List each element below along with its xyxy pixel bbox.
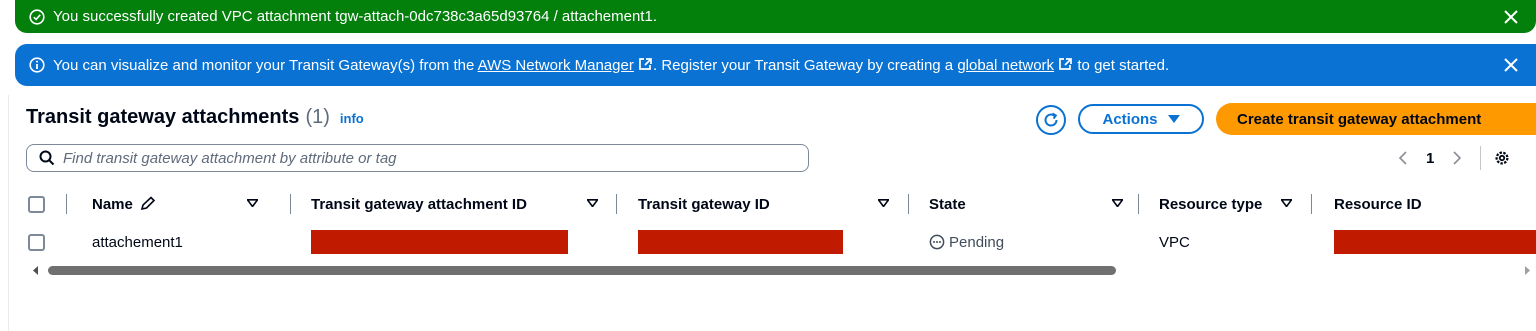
scroll-left-arrow-icon[interactable] [32, 266, 40, 275]
column-divider[interactable] [1311, 194, 1312, 214]
actions-label: Actions [1102, 110, 1158, 128]
table-header-row: Name Transit gateway attachment ID Trans… [26, 186, 1536, 222]
info-text-2: . Register your Transit Gateway by creat… [653, 56, 958, 74]
info-text-1: You can visualize and monitor your Trans… [53, 56, 478, 74]
row-checkbox[interactable] [28, 233, 45, 251]
actions-dropdown-button[interactable]: Actions [1078, 104, 1204, 134]
search-input[interactable] [63, 149, 763, 167]
redacted-attachment-id [311, 230, 568, 254]
column-header-resource-type[interactable]: Resource type [1159, 186, 1262, 222]
scroll-right-arrow-icon[interactable] [1524, 266, 1532, 275]
table-row[interactable]: attachement1 Pending VPC [26, 224, 1536, 260]
sort-caret-icon[interactable] [247, 199, 258, 207]
global-network-link[interactable]: global network [957, 57, 1054, 74]
chevron-right-icon[interactable] [1452, 151, 1462, 165]
external-link-icon[interactable] [638, 57, 653, 71]
state-label: Pending [949, 233, 1005, 251]
column-header-state[interactable]: State [929, 186, 966, 222]
search-icon [39, 150, 55, 166]
cell-resource-type: VPC [1159, 233, 1190, 251]
pagination: 1 [1398, 146, 1511, 170]
check-circle-icon [29, 8, 45, 25]
scrollbar-thumb[interactable] [48, 266, 1116, 275]
column-divider[interactable] [1138, 194, 1139, 214]
search-field[interactable] [26, 144, 809, 172]
column-divider[interactable] [616, 194, 617, 214]
column-header-name[interactable]: Name [92, 186, 157, 222]
close-icon[interactable] [1504, 10, 1518, 24]
column-header-gateway-id[interactable]: Transit gateway ID [638, 186, 770, 222]
sort-caret-icon[interactable] [1112, 199, 1123, 207]
info-flashbar: You can visualize and monitor your Trans… [15, 44, 1536, 86]
select-all-checkbox[interactable] [28, 195, 45, 213]
caret-down-icon [1167, 115, 1180, 123]
info-link[interactable]: info [340, 111, 364, 126]
page-title: Transit gateway attachments [26, 106, 300, 128]
external-link-icon[interactable] [1058, 57, 1073, 71]
column-header-attachment-id[interactable]: Transit gateway attachment ID [311, 186, 527, 222]
pencil-icon [140, 196, 155, 211]
column-divider[interactable] [908, 194, 909, 214]
sort-caret-icon[interactable] [1281, 199, 1292, 207]
chevron-left-icon[interactable] [1398, 151, 1408, 165]
pending-icon [929, 234, 945, 250]
info-text-3: to get started. [1073, 56, 1170, 74]
network-manager-link[interactable]: AWS Network Manager [478, 57, 634, 74]
column-divider [66, 194, 67, 214]
cell-state: Pending [929, 224, 1004, 260]
pager-divider [1480, 146, 1482, 170]
refresh-icon [1044, 112, 1058, 127]
page-left-rule [8, 95, 9, 331]
column-divider[interactable] [290, 194, 291, 214]
gear-icon[interactable] [1493, 149, 1511, 167]
column-header-resource-id[interactable]: Resource ID [1334, 186, 1422, 222]
cell-name: attachement1 [92, 233, 183, 251]
create-attachment-button[interactable]: Create transit gateway attachment [1216, 103, 1536, 135]
close-icon[interactable] [1504, 58, 1518, 72]
info-message: You can visualize and monitor your Trans… [53, 57, 1169, 74]
sort-caret-icon[interactable] [878, 199, 889, 207]
success-flashbar: You successfully created VPC attachment … [15, 0, 1536, 33]
sort-caret-icon[interactable] [587, 199, 598, 207]
horizontal-scrollbar[interactable] [26, 264, 1536, 278]
current-page[interactable]: 1 [1426, 150, 1434, 167]
info-circle-icon [29, 57, 45, 73]
success-message: You successfully created VPC attachment … [53, 8, 657, 25]
redacted-resource-id [1334, 230, 1536, 254]
item-count: (1) [305, 106, 330, 128]
redacted-gateway-id [638, 230, 843, 254]
refresh-button[interactable] [1036, 105, 1066, 135]
table-header: Transit gateway attachments (1) info [26, 106, 364, 129]
